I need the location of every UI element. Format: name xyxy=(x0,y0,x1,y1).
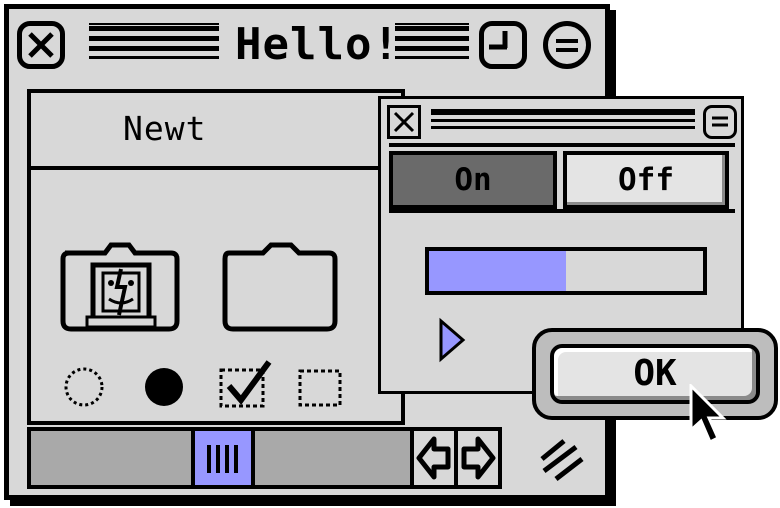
window-title: Hello! xyxy=(235,19,400,70)
radio-button-filled[interactable] xyxy=(141,366,187,408)
title-bar-stripes[interactable] xyxy=(431,109,695,133)
checkbox-checked[interactable] xyxy=(217,358,275,410)
resize-grip-icon[interactable] xyxy=(534,435,588,485)
progress-fill xyxy=(429,251,566,291)
close-button[interactable] xyxy=(17,21,65,69)
content-panel: Newt xyxy=(27,89,405,425)
close-icon xyxy=(393,111,415,133)
cursor-icon xyxy=(689,384,727,445)
collapse-icon xyxy=(556,39,578,52)
close-icon xyxy=(28,32,54,58)
progress-bar xyxy=(425,247,707,295)
collapse-button[interactable] xyxy=(703,105,737,139)
play-icon[interactable] xyxy=(437,317,467,363)
title-bar-stripes-left[interactable] xyxy=(89,23,219,59)
scroll-thumb[interactable] xyxy=(191,431,255,485)
radio-button-empty[interactable] xyxy=(61,366,107,408)
zoom-icon xyxy=(489,31,508,50)
scroll-left-button[interactable] xyxy=(410,427,458,489)
ok-button[interactable]: OK xyxy=(550,344,760,404)
name-field[interactable]: Newt xyxy=(31,93,401,170)
folder-icon[interactable] xyxy=(219,239,341,335)
collapse-icon xyxy=(712,116,728,127)
close-button[interactable] xyxy=(387,105,421,139)
grip-icon xyxy=(207,445,238,473)
name-field-text: Newt xyxy=(123,109,207,148)
finder-icon[interactable] xyxy=(59,239,181,335)
arrow-left-icon xyxy=(416,436,451,480)
off-segment[interactable]: Off xyxy=(563,151,729,209)
scroll-right-button[interactable] xyxy=(454,427,502,489)
checkbox-empty[interactable] xyxy=(297,366,343,408)
title-bar-stripes-right[interactable] xyxy=(395,23,469,59)
zoom-button[interactable] xyxy=(479,21,527,69)
arrow-right-icon xyxy=(461,436,496,480)
on-segment[interactable]: On xyxy=(389,151,557,209)
on-off-segmented-control: On Off xyxy=(389,143,735,213)
collapse-button[interactable] xyxy=(543,21,591,69)
horizontal-scrollbar[interactable] xyxy=(27,427,414,489)
ok-button-ring: OK xyxy=(532,328,778,420)
